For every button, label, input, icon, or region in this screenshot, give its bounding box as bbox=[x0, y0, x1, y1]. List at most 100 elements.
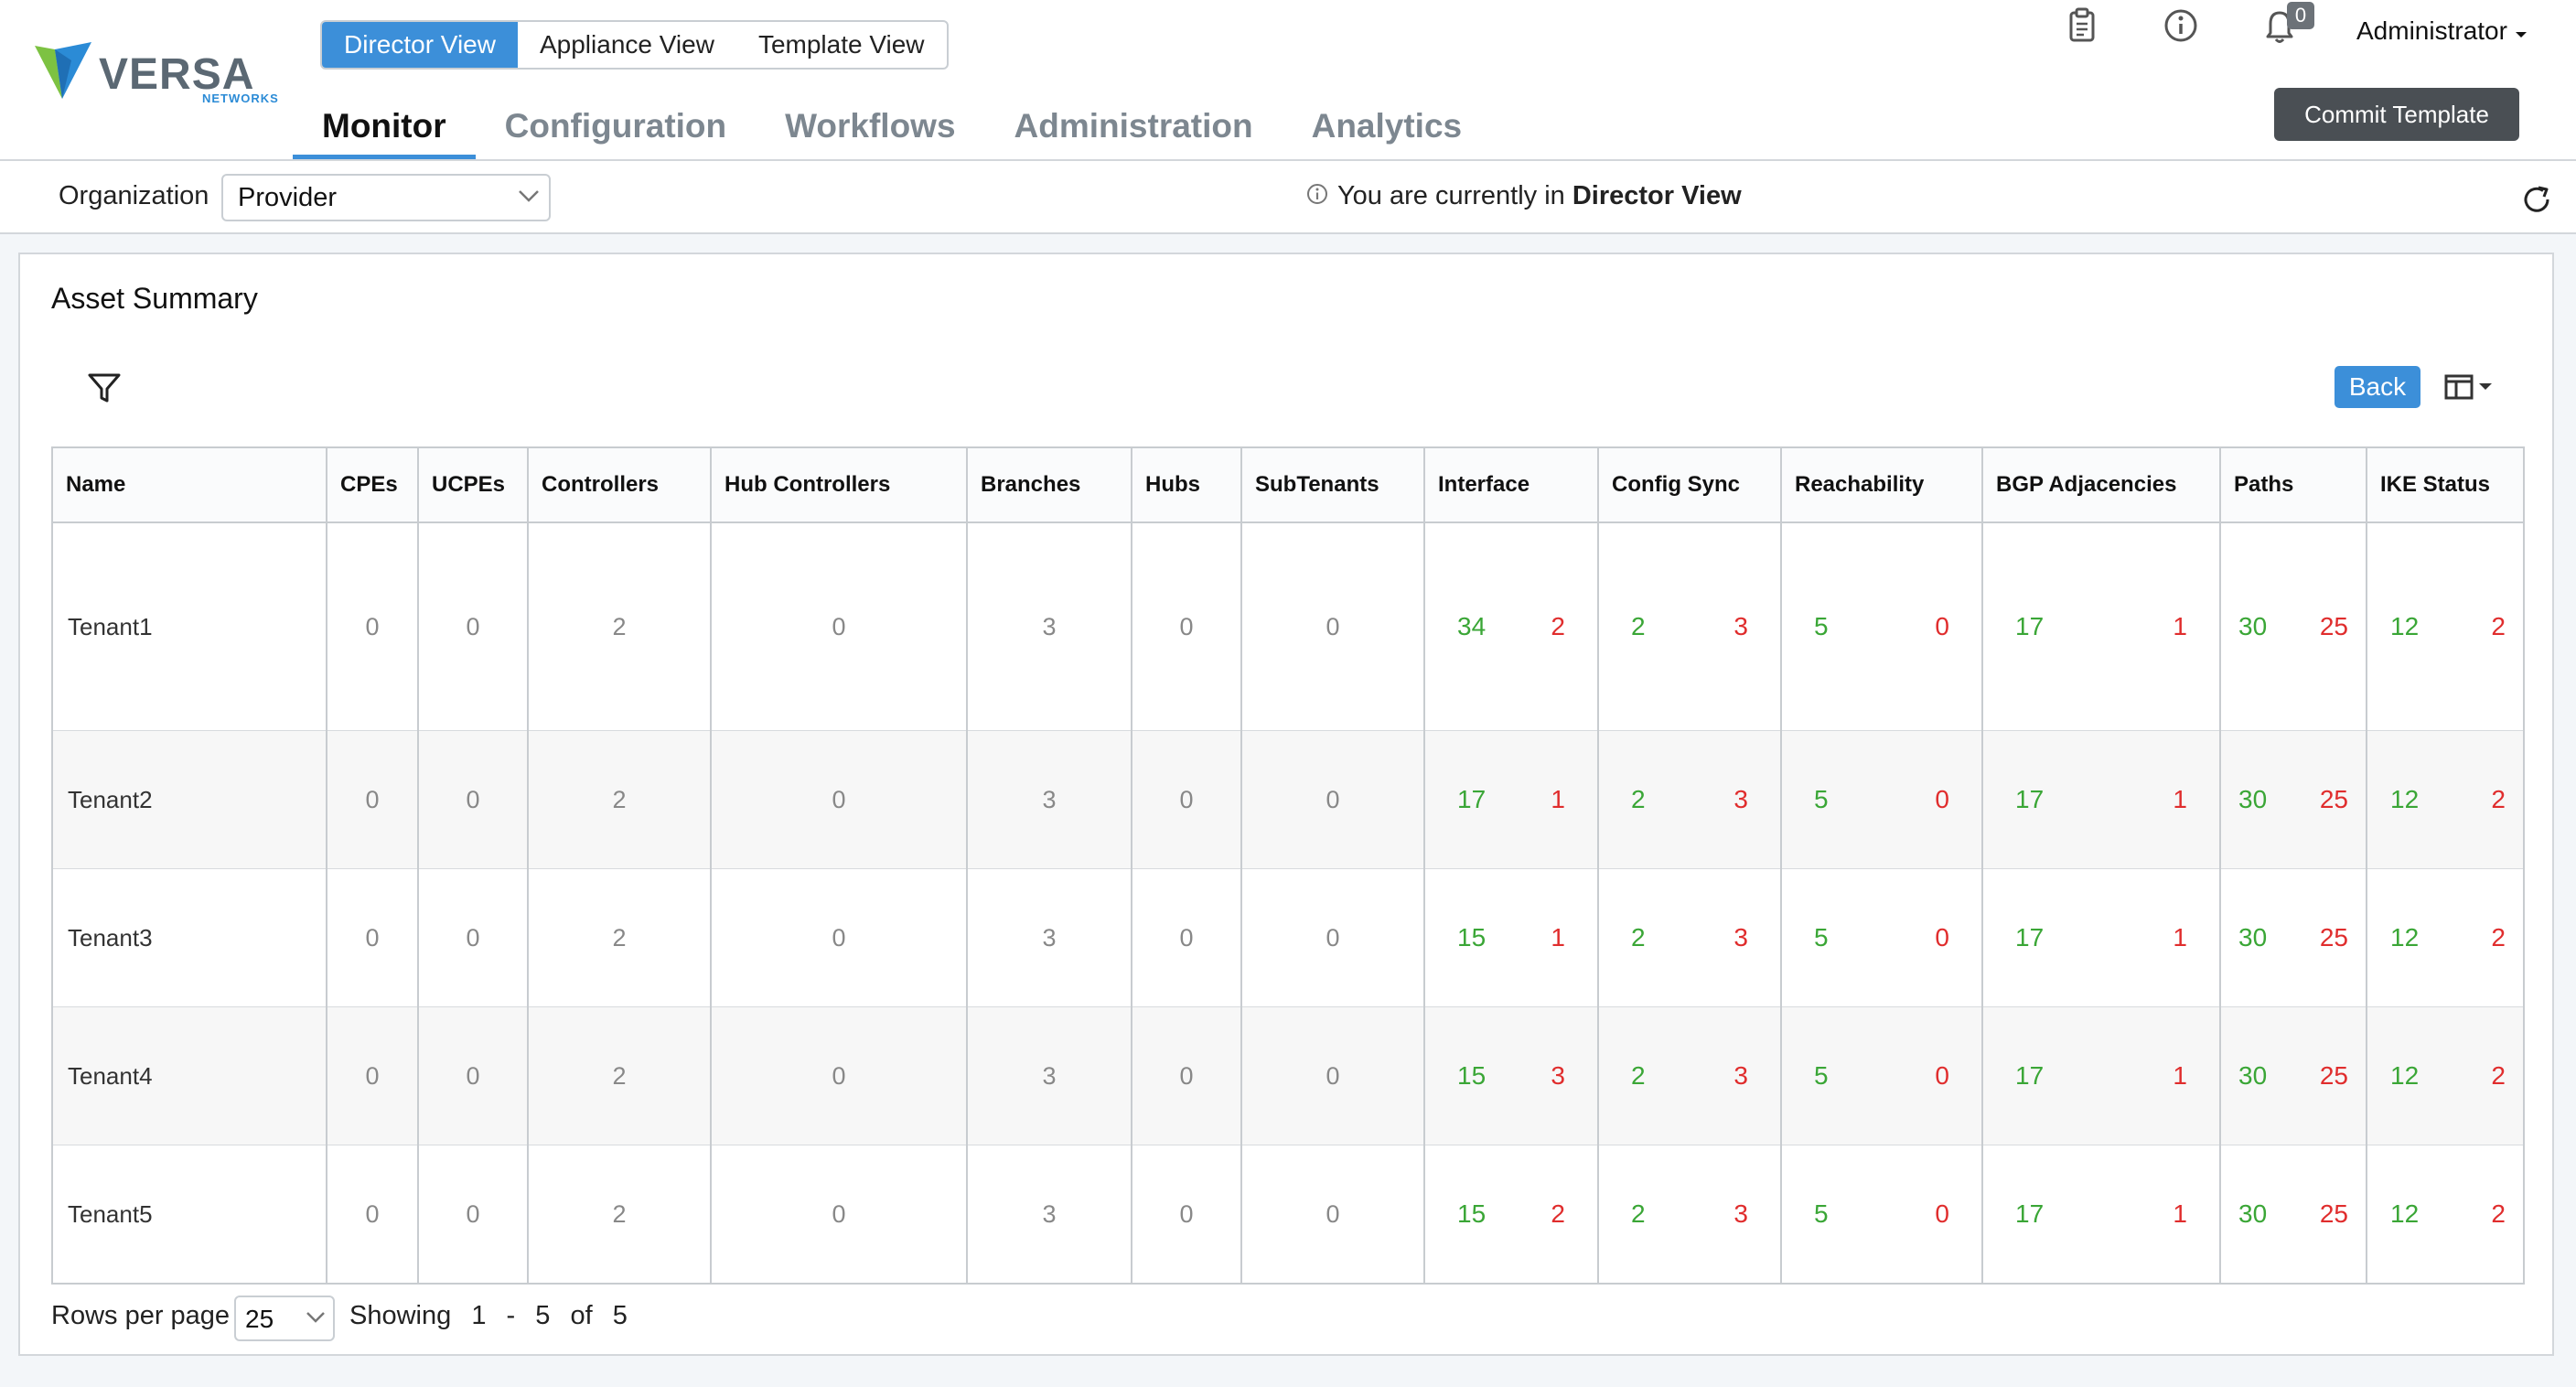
appliance-view-button[interactable]: Appliance View bbox=[518, 22, 736, 68]
column-header-hub-controllers[interactable]: Hub Controllers bbox=[710, 446, 968, 523]
column-header-cpes[interactable]: CPEs bbox=[326, 446, 419, 523]
tenant-name[interactable]: Tenant3 bbox=[51, 868, 327, 1007]
reachability-ok[interactable]: 5 bbox=[1814, 1199, 1829, 1229]
refresh-icon[interactable] bbox=[2520, 183, 2553, 220]
column-header-bgp-adjacencies[interactable]: BGP Adjacencies bbox=[1981, 446, 2221, 523]
interface-down[interactable]: 2 bbox=[1551, 1199, 1565, 1229]
column-header-controllers[interactable]: Controllers bbox=[527, 446, 712, 523]
ike-cell: 12 2 bbox=[2366, 1006, 2525, 1145]
ike-up[interactable]: 12 bbox=[2390, 1199, 2419, 1229]
paths-up[interactable]: 30 bbox=[2238, 923, 2267, 952]
column-header-name[interactable]: Name bbox=[51, 446, 327, 523]
tenant-name[interactable]: Tenant1 bbox=[51, 522, 327, 731]
paths-down[interactable]: 25 bbox=[2320, 785, 2348, 814]
paths-down[interactable]: 25 bbox=[2320, 1199, 2348, 1229]
info-icon[interactable] bbox=[2161, 5, 2206, 51]
reachability-bad[interactable]: 0 bbox=[1935, 785, 1949, 814]
bgp-down[interactable]: 1 bbox=[2173, 785, 2187, 814]
config-sync-ok[interactable]: 2 bbox=[1631, 923, 1646, 952]
config-sync-bad[interactable]: 3 bbox=[1733, 1199, 1748, 1229]
bgp-up[interactable]: 17 bbox=[2015, 923, 2044, 952]
config-sync-bad[interactable]: 3 bbox=[1733, 923, 1748, 952]
ike-up[interactable]: 12 bbox=[2390, 785, 2419, 814]
config-sync-ok[interactable]: 2 bbox=[1631, 785, 1646, 814]
interface-down[interactable]: 1 bbox=[1551, 923, 1565, 952]
ike-down[interactable]: 2 bbox=[2491, 923, 2506, 952]
filter-icon[interactable] bbox=[86, 371, 123, 409]
director-view-button[interactable]: Director View bbox=[322, 22, 518, 68]
commit-template-button[interactable]: Commit Template bbox=[2274, 88, 2519, 141]
ike-up[interactable]: 12 bbox=[2390, 612, 2419, 641]
reachability-ok[interactable]: 5 bbox=[1814, 785, 1829, 814]
tab-workflows[interactable]: Workflows bbox=[756, 99, 984, 157]
interface-up[interactable]: 34 bbox=[1457, 612, 1486, 641]
reachability-ok[interactable]: 5 bbox=[1814, 1061, 1829, 1091]
ike-down[interactable]: 2 bbox=[2491, 1061, 2506, 1091]
interface-up[interactable]: 17 bbox=[1457, 785, 1486, 814]
column-header-config-sync[interactable]: Config Sync bbox=[1597, 446, 1782, 523]
column-header-ike-status[interactable]: IKE Status bbox=[2366, 446, 2525, 523]
column-header-hubs[interactable]: Hubs bbox=[1131, 446, 1242, 523]
column-header-subtenants[interactable]: SubTenants bbox=[1240, 446, 1425, 523]
ike-up[interactable]: 12 bbox=[2390, 923, 2419, 952]
bgp-down[interactable]: 1 bbox=[2173, 923, 2187, 952]
tab-administration[interactable]: Administration bbox=[985, 99, 1283, 157]
config-sync-bad[interactable]: 3 bbox=[1733, 1061, 1748, 1091]
paths-up[interactable]: 30 bbox=[2238, 1199, 2267, 1229]
bgp-up[interactable]: 17 bbox=[2015, 785, 2044, 814]
tab-configuration[interactable]: Configuration bbox=[476, 99, 757, 157]
hub-controllers-cell: 0 bbox=[710, 1145, 968, 1285]
config-sync-ok[interactable]: 2 bbox=[1631, 1199, 1646, 1229]
config-sync-ok[interactable]: 2 bbox=[1631, 612, 1646, 641]
interface-up[interactable]: 15 bbox=[1457, 1199, 1486, 1229]
interface-down[interactable]: 1 bbox=[1551, 785, 1565, 814]
reachability-bad[interactable]: 0 bbox=[1935, 1061, 1949, 1091]
reachability-ok[interactable]: 5 bbox=[1814, 923, 1829, 952]
columns-icon[interactable] bbox=[2444, 373, 2497, 405]
tab-monitor[interactable]: Monitor bbox=[293, 99, 476, 159]
column-header-branches[interactable]: Branches bbox=[966, 446, 1132, 523]
ucpes-cell: 0 bbox=[417, 522, 529, 731]
ike-up[interactable]: 12 bbox=[2390, 1061, 2419, 1091]
ike-down[interactable]: 2 bbox=[2491, 1199, 2506, 1229]
bgp-up[interactable]: 17 bbox=[2015, 1061, 2044, 1091]
bgp-down[interactable]: 1 bbox=[2173, 1199, 2187, 1229]
clipboard-icon[interactable] bbox=[2062, 5, 2108, 51]
column-header-interface[interactable]: Interface bbox=[1423, 446, 1599, 523]
tenant-name[interactable]: Tenant2 bbox=[51, 730, 327, 869]
config-sync-bad[interactable]: 3 bbox=[1733, 612, 1748, 641]
rows-per-page-select[interactable]: 25 bbox=[234, 1296, 335, 1341]
paths-up[interactable]: 30 bbox=[2238, 785, 2267, 814]
template-view-button[interactable]: Template View bbox=[736, 22, 947, 68]
reachability-ok[interactable]: 5 bbox=[1814, 612, 1829, 641]
reachability-bad[interactable]: 0 bbox=[1935, 923, 1949, 952]
reachability-bad[interactable]: 0 bbox=[1935, 1199, 1949, 1229]
paths-down[interactable]: 25 bbox=[2320, 612, 2348, 641]
tab-analytics[interactable]: Analytics bbox=[1283, 99, 1492, 157]
paths-down[interactable]: 25 bbox=[2320, 1061, 2348, 1091]
bgp-up[interactable]: 17 bbox=[2015, 612, 2044, 641]
column-header-paths[interactable]: Paths bbox=[2219, 446, 2367, 523]
ike-down[interactable]: 2 bbox=[2491, 785, 2506, 814]
paths-up[interactable]: 30 bbox=[2238, 1061, 2267, 1091]
bgp-up[interactable]: 17 bbox=[2015, 1199, 2044, 1229]
user-menu[interactable]: Administrator bbox=[2356, 16, 2528, 46]
config-sync-ok[interactable]: 2 bbox=[1631, 1061, 1646, 1091]
interface-down[interactable]: 2 bbox=[1551, 612, 1565, 641]
column-header-reachability[interactable]: Reachability bbox=[1780, 446, 1983, 523]
ike-down[interactable]: 2 bbox=[2491, 612, 2506, 641]
tenant-name[interactable]: Tenant5 bbox=[51, 1145, 327, 1285]
organization-select[interactable]: Provider bbox=[221, 174, 551, 221]
tenant-name[interactable]: Tenant4 bbox=[51, 1006, 327, 1145]
bgp-down[interactable]: 1 bbox=[2173, 612, 2187, 641]
reachability-bad[interactable]: 0 bbox=[1935, 612, 1949, 641]
paths-up[interactable]: 30 bbox=[2238, 612, 2267, 641]
back-button[interactable]: Back bbox=[2334, 366, 2420, 408]
config-sync-bad[interactable]: 3 bbox=[1733, 785, 1748, 814]
interface-up[interactable]: 15 bbox=[1457, 923, 1486, 952]
bgp-down[interactable]: 1 bbox=[2173, 1061, 2187, 1091]
interface-up[interactable]: 15 bbox=[1457, 1061, 1486, 1091]
interface-down[interactable]: 3 bbox=[1551, 1061, 1565, 1091]
column-header-ucpes[interactable]: UCPEs bbox=[417, 446, 529, 523]
paths-down[interactable]: 25 bbox=[2320, 923, 2348, 952]
